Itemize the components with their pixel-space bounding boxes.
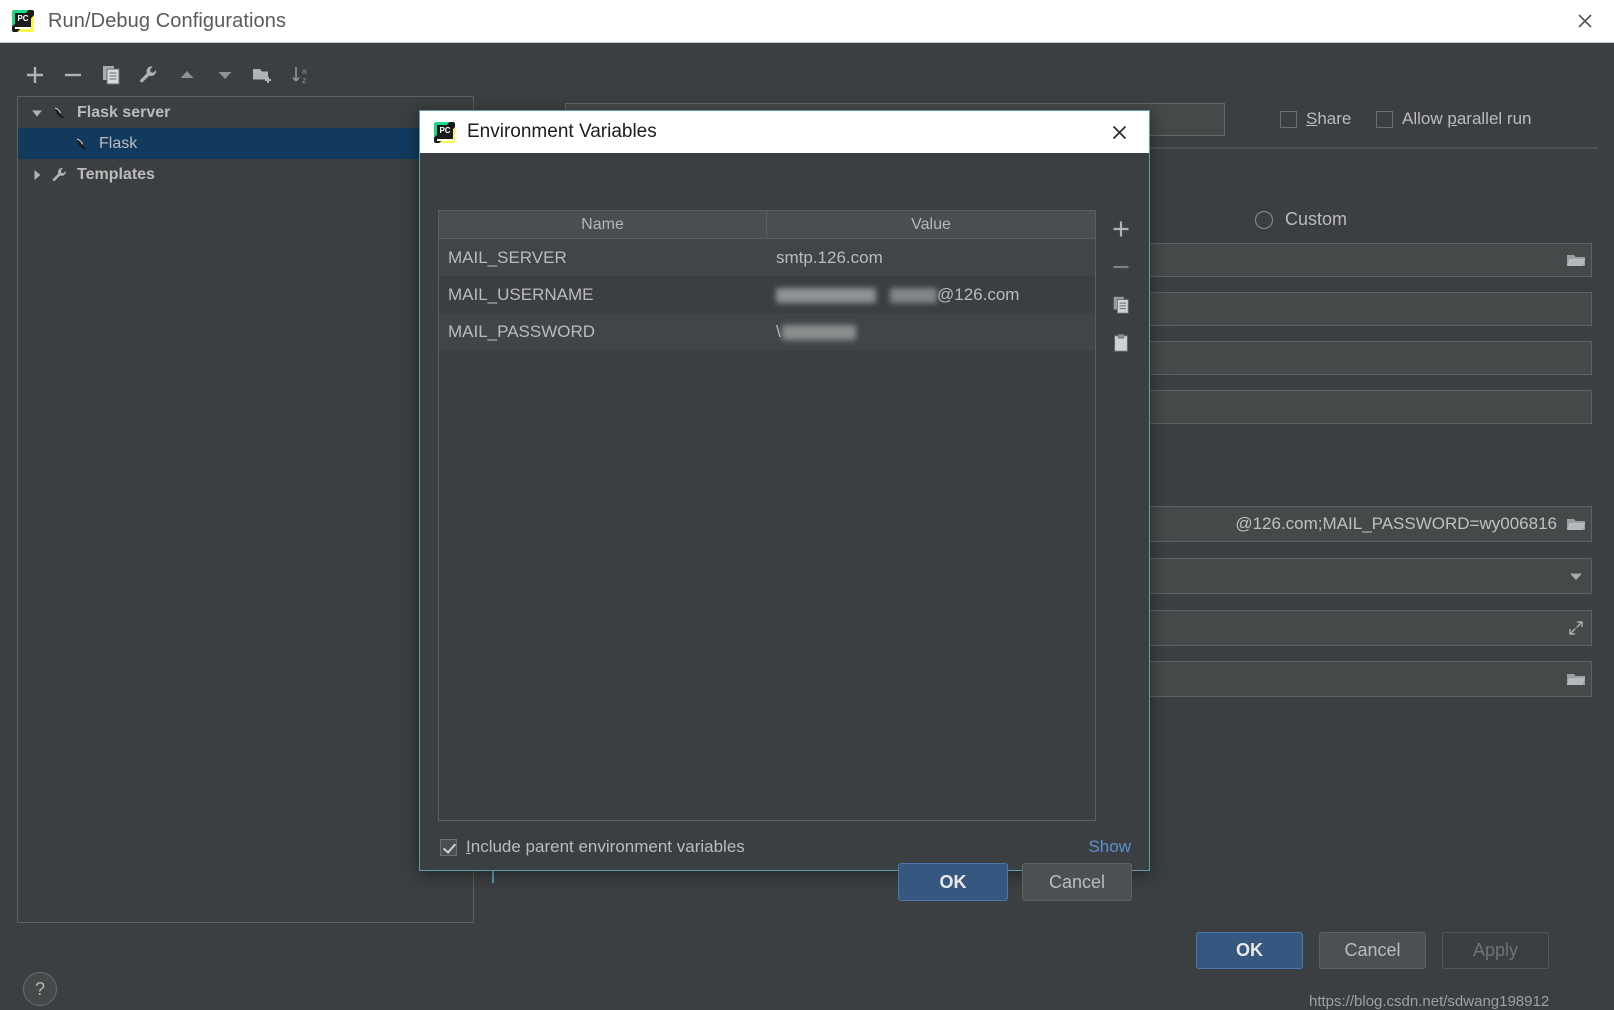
configurations-toolbar: a z bbox=[16, 53, 320, 97]
folder-add-icon bbox=[253, 69, 271, 83]
show-link[interactable]: Show bbox=[1088, 837, 1131, 857]
pycharm-logo-icon bbox=[12, 10, 34, 32]
folder-icon bbox=[1567, 255, 1585, 266]
plus-icon bbox=[1113, 221, 1129, 237]
tree-item-label: Flask bbox=[99, 134, 138, 152]
tree-item-templates[interactable]: Templates bbox=[18, 159, 473, 190]
help-button[interactable]: ? bbox=[23, 972, 57, 1006]
tree-item-label: Flask server bbox=[77, 103, 171, 121]
copy-configuration-button[interactable] bbox=[92, 55, 130, 95]
variable-name: MAIL_SERVER bbox=[448, 247, 567, 267]
variable-name: MAIL_USERNAME bbox=[448, 284, 594, 304]
copy-icon bbox=[103, 66, 120, 85]
sort-configurations-button[interactable]: a z bbox=[282, 55, 320, 95]
variable-value-prefix: \ bbox=[776, 321, 781, 341]
watermark: https://blog.csdn.net/sdwang198912 bbox=[1309, 993, 1550, 1010]
browse-working-dir-button[interactable] bbox=[1561, 662, 1591, 696]
create-folder-button[interactable] bbox=[244, 55, 282, 95]
flask-icon bbox=[48, 102, 72, 124]
include-parent-env-label: Include parent environment variables bbox=[466, 837, 745, 856]
arrow-down-icon bbox=[218, 72, 232, 79]
minus-icon bbox=[1113, 265, 1129, 269]
expand-field-button[interactable] bbox=[1561, 611, 1591, 645]
add-configuration-button[interactable] bbox=[16, 55, 54, 95]
custom-radio-label: Custom bbox=[1285, 209, 1348, 229]
window-title: Run/Debug Configurations bbox=[48, 9, 287, 32]
column-header-value[interactable]: Value bbox=[767, 211, 1095, 238]
env-variables-side-toolbar bbox=[1099, 210, 1143, 362]
column-header-name[interactable]: Name bbox=[439, 211, 767, 238]
allow-parallel-run-label: Allow parallel run bbox=[1402, 109, 1532, 128]
table-header-row: Name Value bbox=[439, 211, 1095, 239]
edit-templates-button[interactable] bbox=[130, 55, 168, 95]
checkbox-box bbox=[1280, 110, 1297, 128]
share-label: Share bbox=[1306, 109, 1352, 128]
variable-value: smtp.126.com bbox=[776, 247, 883, 267]
table-row[interactable]: MAIL_USERNAME @126.com bbox=[439, 276, 1095, 313]
wrench-icon bbox=[48, 164, 72, 186]
remove-variable-button[interactable] bbox=[1101, 248, 1141, 286]
sort-az-icon: a z bbox=[292, 66, 307, 85]
close-icon bbox=[1578, 14, 1592, 28]
env-cancel-button[interactable]: Cancel bbox=[1022, 863, 1132, 901]
ok-button[interactable]: OK bbox=[1196, 932, 1303, 969]
variable-name: MAIL_PASSWORD bbox=[448, 321, 596, 341]
svg-text:z: z bbox=[302, 75, 306, 85]
copy-variables-button[interactable] bbox=[1101, 286, 1141, 324]
folder-icon bbox=[1567, 674, 1585, 685]
env-ok-button[interactable]: OK bbox=[898, 863, 1008, 901]
window-close-button[interactable] bbox=[1556, 0, 1614, 42]
custom-radio[interactable]: Custom bbox=[1255, 209, 1347, 230]
window-titlebar: Run/Debug Configurations bbox=[0, 0, 1614, 43]
browse-folder-button[interactable] bbox=[1561, 244, 1591, 276]
wrench-icon bbox=[140, 66, 157, 83]
env-variables-table[interactable]: Name Value MAIL_SERVER smtp.126.com MAIL… bbox=[438, 210, 1096, 821]
redacted-value bbox=[776, 287, 876, 303]
paste-variables-button[interactable] bbox=[1101, 324, 1141, 362]
tree-item-label: Templates bbox=[77, 165, 155, 183]
configurations-tree[interactable]: Flask server Flask Templates bbox=[17, 96, 474, 923]
expand-icon bbox=[1569, 621, 1583, 635]
tree-item-flask[interactable]: Flask bbox=[18, 128, 473, 159]
variable-value: @126.com bbox=[767, 285, 1095, 305]
environment-variables-dialog: Environment Variables Name Value MAIL_SE… bbox=[419, 110, 1150, 901]
plus-icon bbox=[27, 67, 43, 83]
arrow-up-icon bbox=[180, 71, 194, 78]
pycharm-logo-icon bbox=[434, 121, 455, 143]
redacted-value bbox=[781, 324, 856, 340]
close-icon bbox=[1112, 125, 1126, 139]
allow-parallel-run-checkbox[interactable]: Allow parallel run bbox=[1376, 109, 1531, 129]
tree-item-flask-server[interactable]: Flask server bbox=[18, 97, 473, 128]
add-variable-button[interactable] bbox=[1101, 210, 1141, 248]
env-dialog-body: Name Value MAIL_SERVER smtp.126.com MAIL… bbox=[420, 153, 1149, 901]
checkbox-box bbox=[440, 838, 457, 856]
cancel-button[interactable]: Cancel bbox=[1319, 932, 1426, 969]
remove-configuration-button[interactable] bbox=[54, 55, 92, 95]
twisty-expanded-icon[interactable] bbox=[26, 103, 48, 123]
env-dialog-close-button[interactable] bbox=[1095, 111, 1143, 153]
browse-env-vars-button[interactable] bbox=[1561, 507, 1591, 541]
table-row[interactable]: MAIL_PASSWORD \ bbox=[439, 313, 1095, 350]
minus-icon bbox=[65, 73, 81, 77]
radio-dot-icon bbox=[1255, 210, 1273, 229]
open-dropdown-button[interactable] bbox=[1561, 559, 1591, 593]
folder-icon bbox=[1567, 519, 1585, 530]
share-checkbox[interactable]: Share bbox=[1280, 109, 1351, 129]
table-row[interactable]: MAIL_SERVER smtp.126.com bbox=[439, 239, 1095, 276]
apply-button: Apply bbox=[1442, 932, 1549, 969]
paste-icon bbox=[1114, 333, 1128, 352]
variable-value-suffix: @126.com bbox=[937, 284, 1020, 304]
env-dialog-titlebar: Environment Variables bbox=[420, 111, 1149, 153]
env-dialog-title: Environment Variables bbox=[467, 121, 657, 142]
copy-icon bbox=[1113, 296, 1129, 314]
variable-value: \ bbox=[767, 322, 1095, 342]
flask-icon bbox=[70, 133, 94, 155]
include-parent-env-checkbox[interactable]: Include parent environment variables bbox=[440, 837, 745, 857]
move-up-button[interactable] bbox=[168, 55, 206, 95]
checkbox-box bbox=[1376, 110, 1393, 128]
twisty-collapsed-icon[interactable] bbox=[26, 165, 48, 185]
chevron-down-icon bbox=[1570, 573, 1582, 580]
move-down-button[interactable] bbox=[206, 55, 244, 95]
redacted-value bbox=[890, 287, 937, 303]
